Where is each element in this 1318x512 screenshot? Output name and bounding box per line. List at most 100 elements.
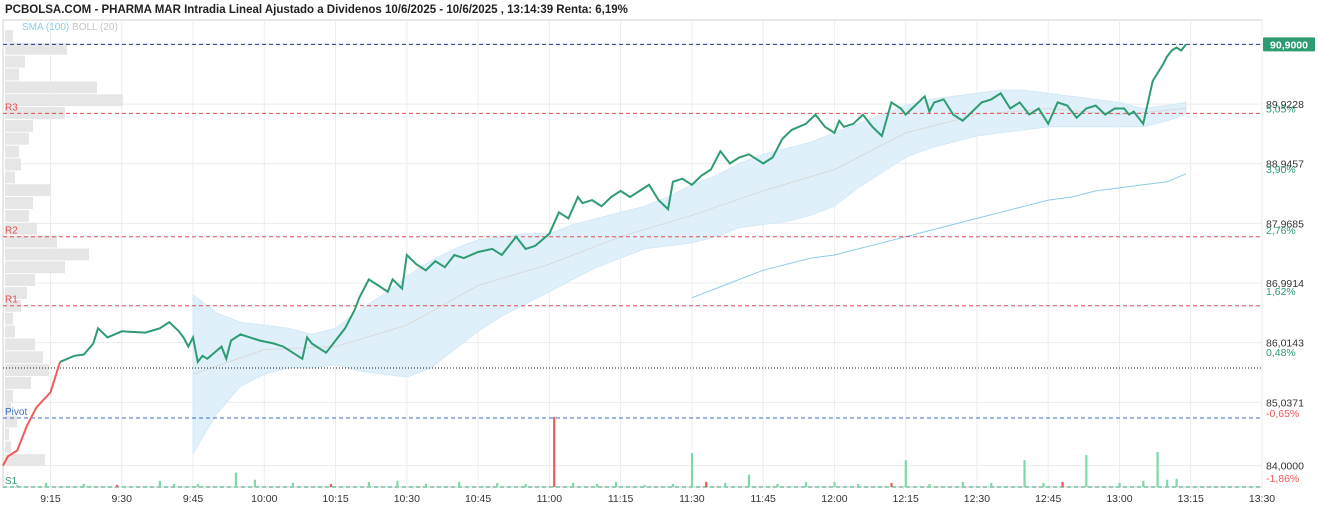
volume-profile-bar	[5, 377, 31, 389]
volume-profile-bar	[5, 235, 57, 248]
volume-bar	[690, 453, 694, 487]
volume-bar	[1085, 455, 1088, 487]
volume-profile-bar	[5, 119, 33, 132]
last-price-label: 90,9000	[1270, 39, 1308, 51]
x-tick-label: 10:15	[322, 493, 348, 505]
volume-bar	[329, 483, 333, 487]
volume-profile-bar	[5, 42, 67, 55]
x-tick-label: 9:15	[40, 493, 61, 505]
volume-bar	[928, 483, 931, 487]
volume-bar	[1165, 479, 1169, 487]
volume-bar	[747, 474, 751, 487]
volume-profile-bar	[5, 94, 123, 107]
volume-bar	[44, 482, 47, 487]
x-tick-label: 12:30	[964, 493, 990, 505]
chart-title: PCBOLSA.COM - PHARMA MAR Intradia Lineal…	[5, 4, 628, 16]
volume-profile-bar	[5, 209, 29, 222]
volume-profile-bar	[5, 30, 13, 42]
volume-profile-bar	[5, 274, 35, 287]
volume-profile-bar	[5, 132, 29, 145]
volume-bar	[572, 482, 575, 487]
x-tick-label: 11:15	[608, 493, 634, 505]
volume-bar	[291, 482, 295, 487]
level-label-s1: S1	[5, 476, 18, 487]
pct-tick-label: -0,65%	[1266, 408, 1299, 420]
volume-bar	[857, 483, 860, 487]
volume-bar	[1023, 460, 1026, 487]
x-tick-label: 12:15	[893, 493, 919, 505]
volume-bar	[524, 483, 527, 487]
volume-bar	[458, 481, 461, 487]
volume-profile-bar	[5, 171, 15, 184]
volume-bar	[833, 481, 836, 487]
x-tick-label: 11:30	[679, 493, 705, 505]
volume-bar	[158, 480, 161, 487]
pct-tick-label: 2,76%	[1266, 225, 1296, 237]
volume-bar	[367, 481, 371, 487]
volume-bar	[196, 483, 199, 487]
legend-boll: BOLL (20)	[72, 22, 118, 33]
volume-bar	[614, 481, 618, 487]
volume-profile-bar	[5, 351, 43, 364]
volume-bar	[553, 417, 556, 487]
x-tick-label: 9:45	[183, 493, 204, 505]
volume-profile-bar	[5, 261, 65, 274]
volume-bar	[82, 483, 85, 487]
volume-profile-bar	[5, 364, 49, 377]
volume-profile-bar	[5, 81, 97, 94]
volume-bar	[1061, 481, 1064, 487]
x-tick-label: 10:30	[394, 493, 420, 505]
volume-profile-bar	[5, 248, 89, 261]
volume-profile-bar	[5, 312, 13, 325]
volume-bar	[643, 484, 646, 487]
x-tick-label: 9:30	[112, 493, 133, 505]
pct-tick-label: 1,62%	[1266, 286, 1296, 298]
volume-profile-bar	[5, 145, 19, 158]
price-chart: R3 R2 R1 Pivot S1 9:15 9:30 9:45 10:00 10:15 10:30…	[2, 19, 1315, 505]
pct-tick-label: 0,48%	[1266, 347, 1296, 359]
volume-bar	[990, 482, 993, 487]
volume-bar	[173, 483, 176, 487]
volume-bar	[724, 482, 727, 487]
volume-bar	[16, 484, 19, 487]
x-tick-label: 11:45	[750, 493, 776, 505]
volume-bar	[961, 481, 964, 487]
volume-profile-bar	[5, 197, 33, 209]
volume-profile-bar	[5, 68, 19, 81]
volume-bar	[1118, 482, 1121, 487]
volume-bar	[671, 483, 675, 487]
y-tick-label: 84,0000	[1266, 461, 1304, 473]
level-label-pivot: Pivot	[5, 407, 27, 418]
level-label-r3: R3	[5, 102, 18, 113]
legend-sma: SMA (100)	[22, 22, 70, 33]
volume-bar	[396, 480, 399, 487]
volume-bar	[890, 482, 893, 487]
volume-bar	[1175, 478, 1178, 487]
x-tick-label: 13:15	[1178, 493, 1204, 505]
volume-profile-bar	[5, 441, 11, 454]
volume-bar	[424, 483, 428, 487]
level-label-r2: R2	[5, 226, 18, 237]
volume-bar	[595, 483, 599, 487]
volume-bar	[1156, 452, 1159, 487]
volume-bar	[1042, 482, 1045, 487]
volume-bar	[253, 479, 256, 487]
x-tick-label: 13:00	[1106, 493, 1132, 505]
x-tick-label: 10:00	[251, 493, 277, 505]
volume-profile-bar	[5, 55, 25, 68]
volume-profile-bar	[5, 454, 45, 466]
x-tick-label: 12:00	[821, 493, 847, 505]
volume-bar	[776, 483, 779, 487]
level-label-r1: R1	[5, 295, 18, 306]
volume-bar	[705, 481, 708, 487]
volume-bar	[496, 482, 499, 487]
volume-profile-bar	[5, 428, 9, 441]
volume-profile-bar	[5, 389, 13, 402]
volume-bar	[1142, 480, 1145, 487]
pct-tick-label: -1,86%	[1266, 473, 1299, 485]
volume-bar	[234, 472, 237, 487]
chart-legend: SMA (100) BOLL (20)	[22, 22, 118, 33]
volume-profile-bar	[5, 325, 15, 338]
volume-profile-bar	[5, 184, 51, 197]
volume-profile-bar	[5, 338, 35, 351]
